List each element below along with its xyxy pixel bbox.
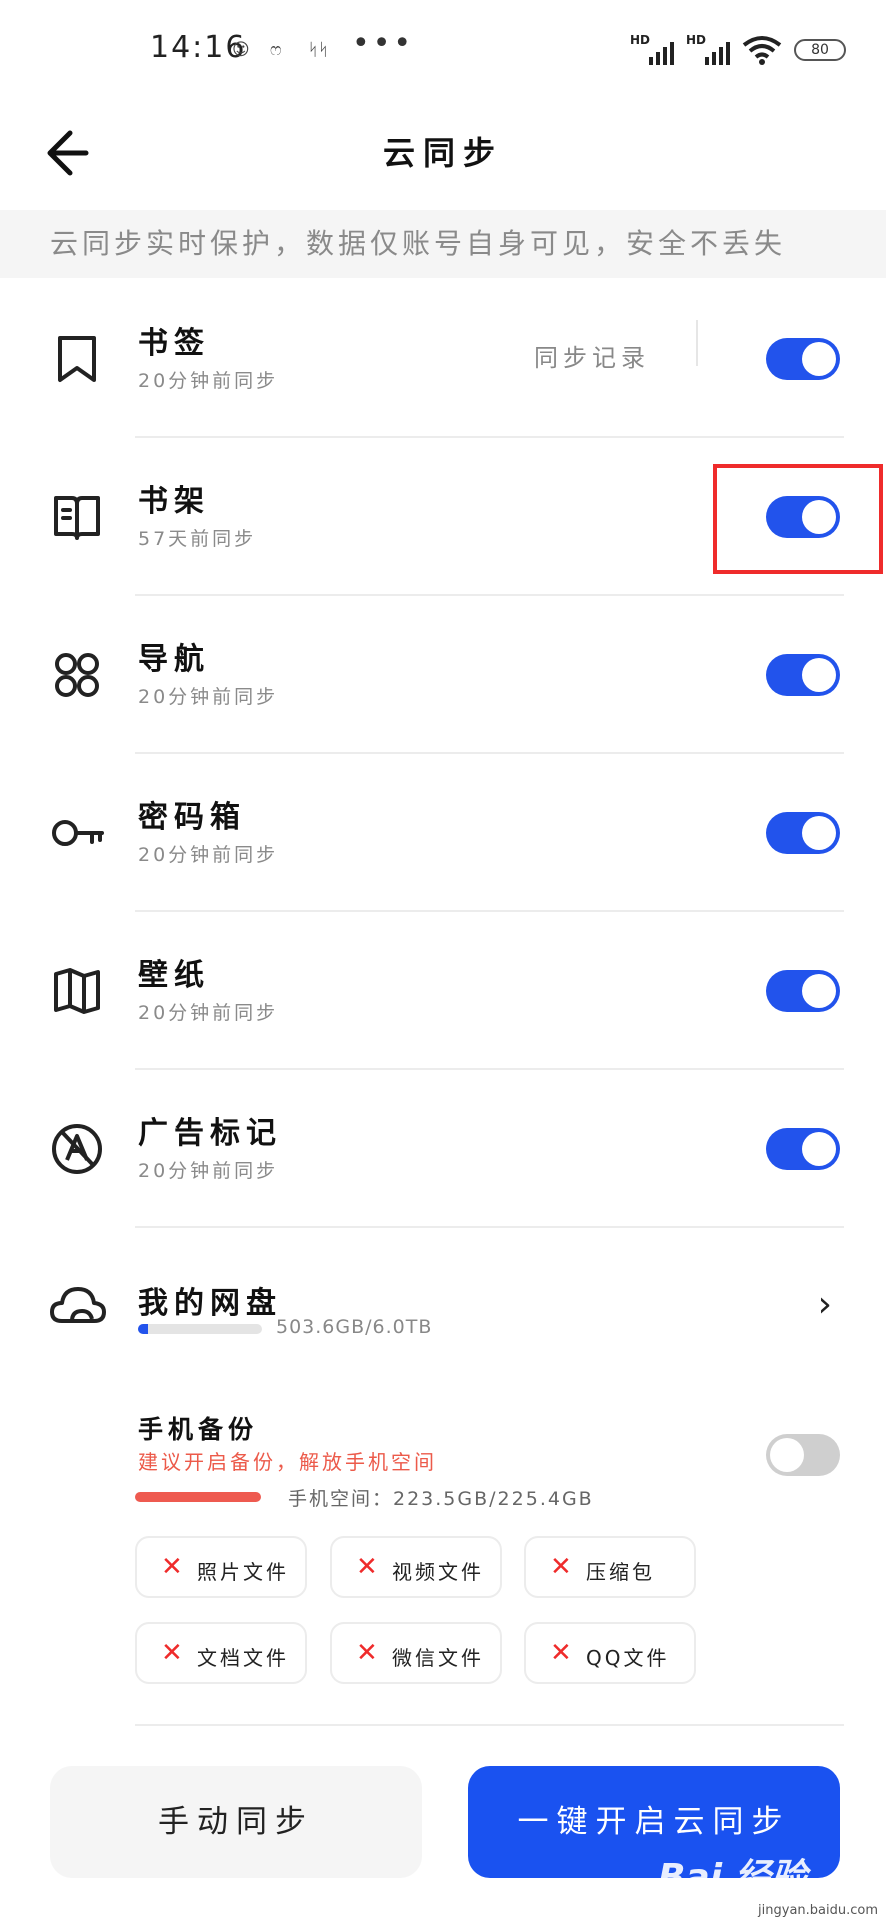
close-x-icon: ✕ [550, 1638, 572, 1668]
privacy-notice: 云同步实时保护，数据仅账号自身可见，安全不丢失 [0, 210, 886, 278]
sync-row-label: 导航 [138, 642, 210, 677]
navigation-sync-toggle[interactable] [766, 654, 840, 696]
chevron-right-icon[interactable]: › [818, 1284, 832, 1325]
page-title: 云同步 [382, 134, 503, 172]
baidu-jingyan-watermark: Bai 经验 jingyan.baidu.com [658, 1848, 878, 1918]
sync-record-link[interactable]: 同步记录 [534, 338, 650, 373]
sync-row-label: 密码箱 [138, 800, 246, 835]
signal-icon: HD [686, 33, 730, 67]
sync-row-ad-marks: 广告标记 20分钟前同步 [0, 1070, 886, 1228]
ad-mark-icon [52, 1124, 102, 1174]
wallpaper-sync-toggle[interactable] [766, 970, 840, 1012]
wallpaper-icon [54, 968, 100, 1014]
phone-space-text: 手机空间：223.5GB/225.4GB [288, 1488, 594, 1510]
sim2-hd-label: HD [686, 33, 707, 47]
watermark-url: jingyan.baidu.com [758, 1903, 878, 1918]
netdisk-usage-bar [138, 1324, 262, 1334]
watermark-brand: Bai 经验 [658, 1857, 807, 1898]
app-header: 云同步 [0, 100, 886, 208]
phone-backup-title: 手机备份 [138, 1415, 259, 1444]
close-x-icon: ✕ [356, 1638, 378, 1668]
manual-sync-button[interactable]: 手动同步 [50, 1766, 422, 1878]
key-icon [52, 820, 104, 846]
notification-icon: ෆ [270, 40, 282, 60]
phone-backup-warning: 建议开启备份，解放手机空间 [138, 1450, 437, 1474]
sync-row-password-box: 密码箱 20分钟前同步 [0, 754, 886, 912]
backup-type-label: 照片文件 [197, 1560, 289, 1584]
divider [696, 320, 698, 366]
close-x-icon: ✕ [161, 1552, 183, 1582]
backup-type-label: 视频文件 [392, 1560, 484, 1584]
backup-type-label: 压缩包 [586, 1560, 655, 1584]
bookmarks-sync-toggle[interactable] [766, 338, 840, 380]
sync-row-label: 广告标记 [138, 1116, 282, 1151]
backup-type-label: 微信文件 [392, 1646, 484, 1670]
sync-row-label: 书架 [138, 484, 210, 519]
sync-row-subtitle: 20分钟前同步 [138, 686, 279, 708]
battery-icon: 80 [794, 39, 846, 61]
navigation-icon [55, 653, 99, 697]
more-notifications-icon: ••• [352, 26, 415, 61]
sync-row-subtitle: 20分钟前同步 [138, 1160, 279, 1182]
divider [135, 1226, 844, 1228]
backup-type-label: 文档文件 [197, 1646, 289, 1670]
sync-row-label: 书签 [138, 326, 210, 361]
sync-row-subtitle: 20分钟前同步 [138, 370, 279, 392]
divider [135, 1724, 844, 1726]
notification-icon: ᛋᛋ [308, 40, 329, 60]
netdisk-usage-fill [138, 1324, 148, 1334]
sync-row-bookmarks: 书签 20分钟前同步 同步记录 [0, 280, 886, 438]
ad-marks-sync-toggle[interactable] [766, 1128, 840, 1170]
sim1-hd-label: HD [630, 33, 651, 47]
status-bar: 14:16 ☺ ෆ ᛋᛋ ••• HD HD 80 [0, 0, 886, 100]
backup-type-chip[interactable]: ✕ 微信文件 [330, 1622, 502, 1684]
bookmark-icon [58, 336, 96, 382]
sync-row-navigation: 导航 20分钟前同步 [0, 596, 886, 754]
phone-backup-toggle[interactable] [766, 1434, 840, 1476]
signal-icon: HD [630, 33, 674, 67]
netdisk-row[interactable]: 我的网盘 503.6GB/6.0TB › [0, 1230, 886, 1380]
backup-type-chip[interactable]: ✕ 文档文件 [135, 1622, 307, 1684]
sync-row-subtitle: 20分钟前同步 [138, 1002, 279, 1024]
wifi-icon [742, 36, 782, 65]
sync-row-subtitle: 57天前同步 [138, 528, 257, 550]
backup-type-chip[interactable]: ✕ 压缩包 [524, 1536, 696, 1598]
close-x-icon: ✕ [356, 1552, 378, 1582]
close-x-icon: ✕ [161, 1638, 183, 1668]
close-x-icon: ✕ [550, 1552, 572, 1582]
backup-type-chip[interactable]: ✕ 照片文件 [135, 1536, 307, 1598]
cloud-icon [50, 1287, 106, 1323]
netdisk-label: 我的网盘 [138, 1286, 282, 1321]
bookshelf-icon [54, 496, 100, 540]
backup-type-label: QQ文件 [586, 1646, 670, 1670]
sync-row-subtitle: 20分钟前同步 [138, 844, 279, 866]
phone-space-bar [135, 1492, 261, 1502]
notification-icon: ☺ [232, 40, 250, 60]
sync-row-label: 壁纸 [138, 958, 210, 993]
backup-type-chip[interactable]: ✕ 视频文件 [330, 1536, 502, 1598]
netdisk-usage-text: 503.6GB/6.0TB [276, 1316, 433, 1338]
backup-type-chip[interactable]: ✕ QQ文件 [524, 1622, 696, 1684]
sync-row-wallpaper: 壁纸 20分钟前同步 [0, 912, 886, 1070]
highlight-box [713, 464, 883, 574]
password-box-sync-toggle[interactable] [766, 812, 840, 854]
